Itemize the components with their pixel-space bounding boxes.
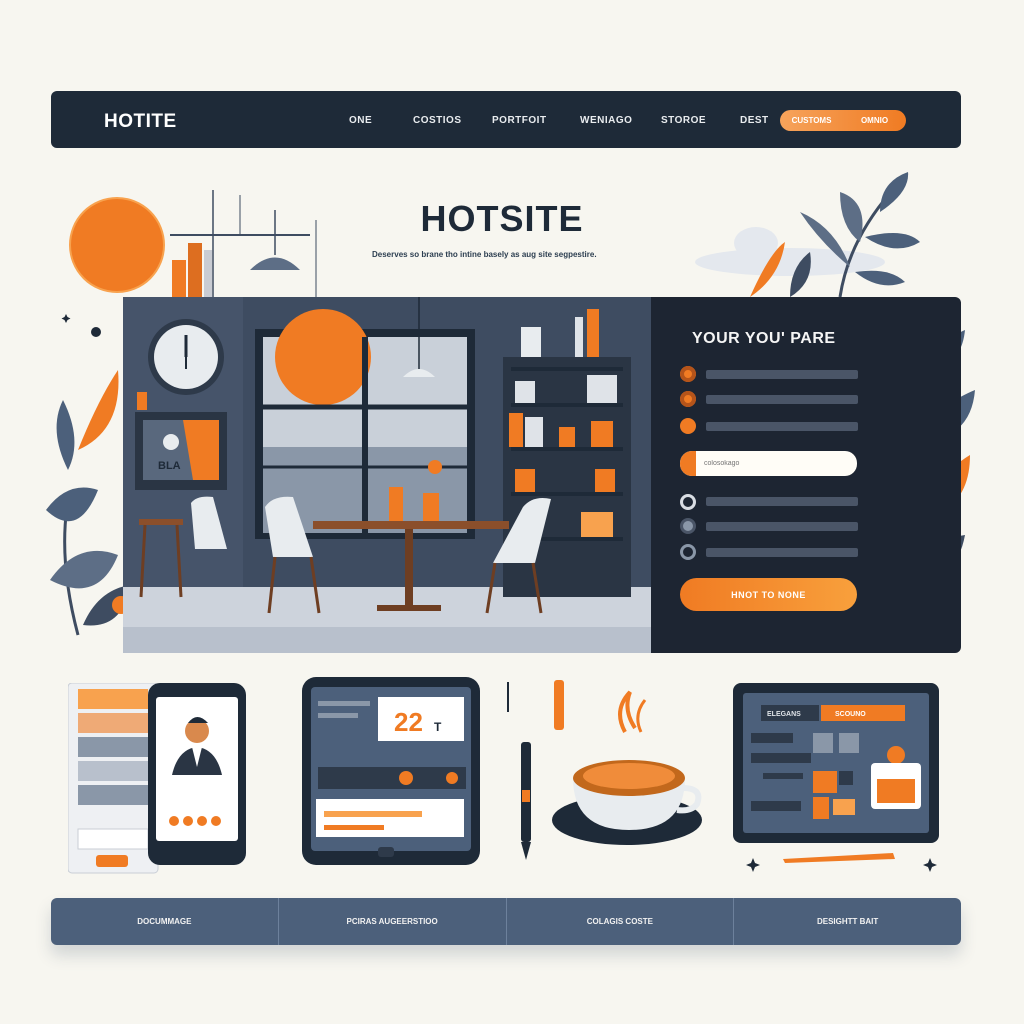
room-scene: BLA — [123, 297, 653, 653]
form-field-3[interactable] — [706, 422, 858, 431]
nav-link-dest[interactable]: DEST — [740, 115, 769, 126]
tab-documage[interactable]: DOCUMMAGE — [51, 898, 279, 945]
hero-room-illustration: BLA — [123, 297, 653, 653]
nav-cta-pill[interactable]: CUSTOMS OMNIO — [780, 110, 906, 131]
form-title: YOUR YOU' PARE — [692, 330, 836, 347]
desktop-illustration: ELEGANS SCOUNO — [733, 683, 939, 863]
tab-pciras[interactable]: PCIRAS AUGEERSTIOO — [279, 898, 507, 945]
form-field-5[interactable] — [706, 522, 858, 531]
nav-link-storoe[interactable]: STOROE — [661, 115, 706, 126]
hero-title: HOTSITE — [420, 198, 584, 239]
form-submit-button[interactable]: HNOT TO NONE — [680, 578, 857, 611]
feature-card-mobile — [67, 682, 254, 878]
form-field-2[interactable] — [706, 395, 858, 404]
tablet-unit: T — [434, 720, 442, 734]
tablet-number: 22 — [394, 707, 423, 737]
desktop-tab-left[interactable]: ELEGANS — [767, 711, 801, 718]
tab-colagis[interactable]: COLAGIS COSTE — [507, 898, 735, 945]
form-text-input[interactable] — [680, 451, 857, 476]
nav-link-one[interactable]: ONE — [349, 115, 372, 126]
form-field-1[interactable] — [706, 370, 858, 379]
nav-link-weniago[interactable]: WENIAGO — [580, 115, 632, 126]
bottom-tab-bar: DOCUMMAGE PCIRAS AUGEERSTIOO COLAGIS COS… — [51, 898, 961, 945]
form-field-6[interactable] — [706, 548, 858, 557]
mobile-illustration — [67, 682, 246, 874]
wall-screen-label: BLA — [158, 460, 181, 472]
form-radio-4[interactable] — [680, 494, 696, 510]
nav-link-portfoit[interactable]: PORTFOIT — [492, 115, 547, 126]
form-radio-1[interactable] — [680, 366, 696, 382]
form-field-4[interactable] — [706, 497, 858, 506]
form-radio-3[interactable] — [680, 418, 696, 434]
nav-link-costios[interactable]: COSTIOS — [413, 115, 462, 126]
hero-subtitle: Deserves so brane tho intine basely as a… — [372, 250, 597, 259]
site-logo[interactable]: HOTITE — [104, 111, 177, 133]
tab-desightt[interactable]: DESIGHTT BAIT — [734, 898, 961, 945]
feature-card-tablet: 22 T — [302, 677, 482, 867]
nav-cta-left[interactable]: CUSTOMS — [780, 110, 843, 131]
form-input-accent — [680, 451, 696, 476]
tablet-illustration: 22 T — [302, 677, 480, 865]
feature-card-desktop: ELEGANS SCOUNO — [733, 683, 943, 873]
coffee-pens-illustration — [507, 680, 702, 860]
form-radio-2[interactable] — [680, 391, 696, 407]
form-radio-6[interactable] — [680, 544, 696, 560]
form-radio-5[interactable] — [680, 518, 696, 534]
nav-cta-right[interactable]: OMNIO — [843, 110, 906, 131]
desktop-tab-right[interactable]: SCOUNO — [835, 711, 866, 718]
